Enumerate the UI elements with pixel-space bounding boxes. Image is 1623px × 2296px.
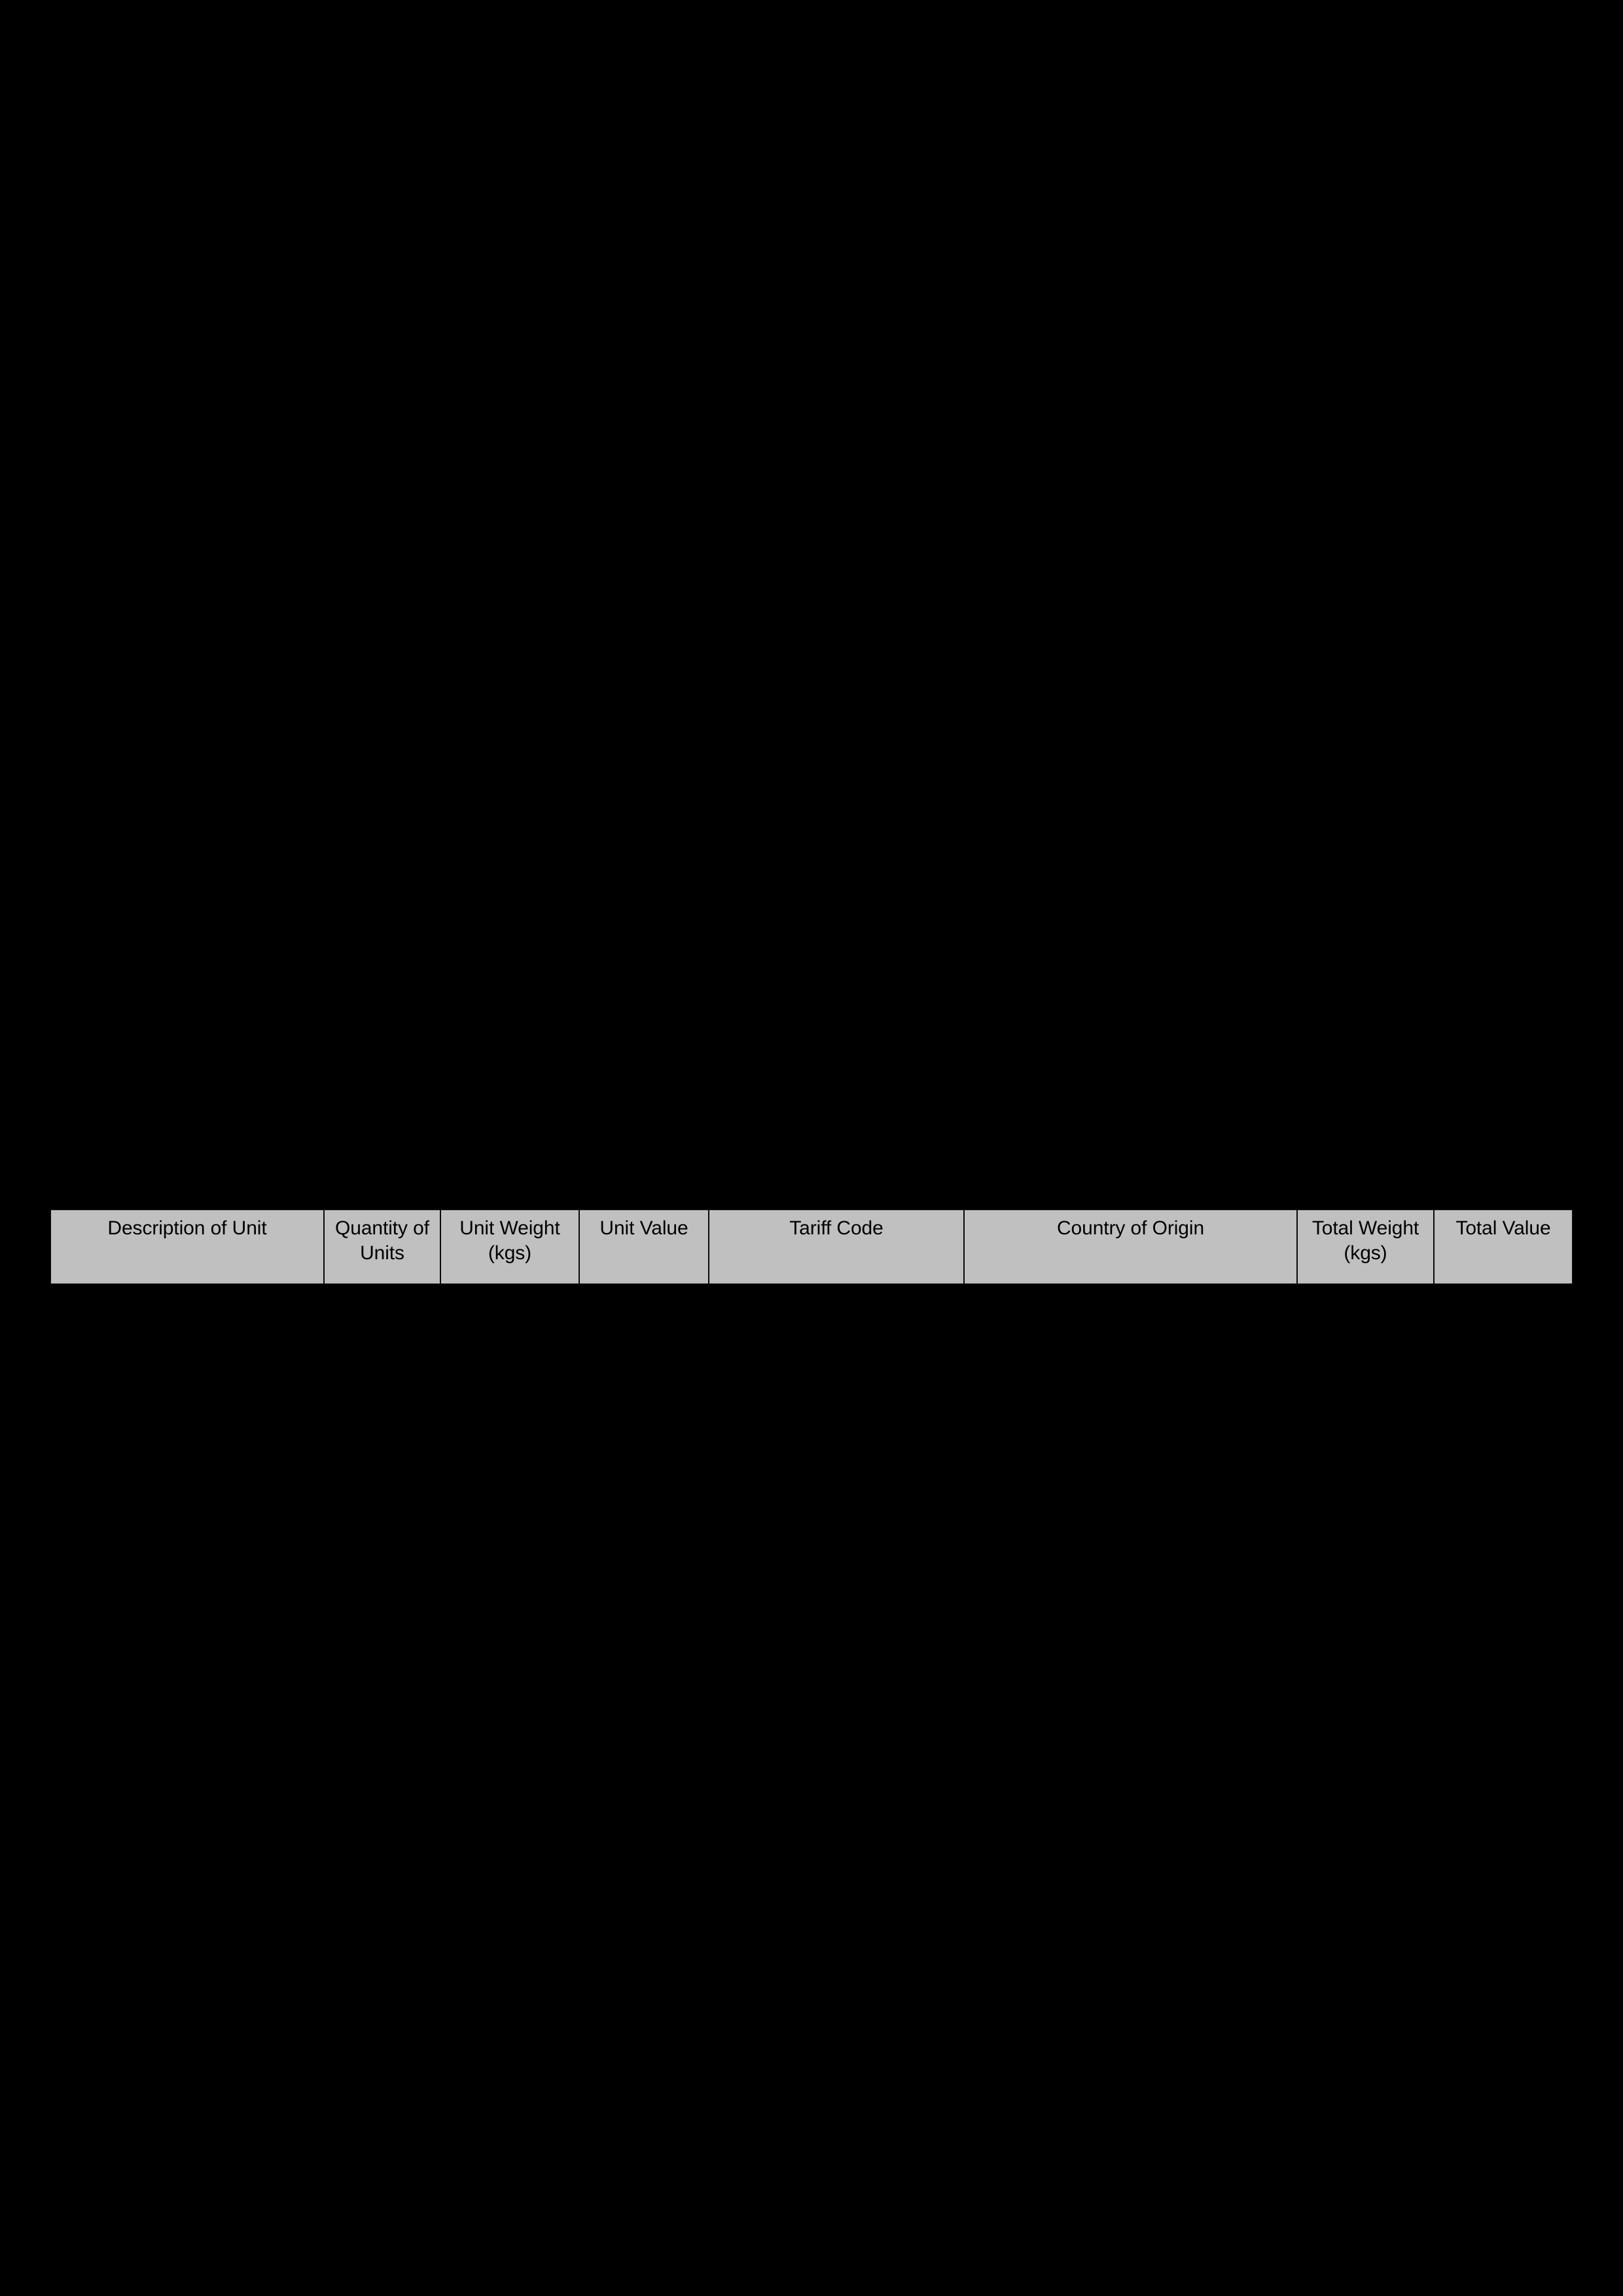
page-background bbox=[0, 0, 1623, 2296]
column-header-unit-weight: Unit Weight (kgs) bbox=[440, 1209, 580, 1285]
column-header-country-of-origin: Country of Origin bbox=[963, 1209, 1298, 1285]
units-table-header-row: Description of Unit Quantity of Units Un… bbox=[50, 1209, 1573, 1285]
units-table-container: Description of Unit Quantity of Units Un… bbox=[50, 1209, 1573, 1285]
column-header-tariff-code: Tariff Code bbox=[708, 1209, 965, 1285]
units-table: Description of Unit Quantity of Units Un… bbox=[50, 1209, 1573, 1285]
column-header-quantity-of-units: Quantity of Units bbox=[323, 1209, 441, 1285]
column-header-unit-value: Unit Value bbox=[579, 1209, 709, 1285]
column-header-total-weight: Total Weight (kgs) bbox=[1296, 1209, 1435, 1285]
column-header-total-value: Total Value bbox=[1433, 1209, 1573, 1285]
column-header-description-of-unit: Description of Unit bbox=[50, 1209, 325, 1285]
units-table-head: Description of Unit Quantity of Units Un… bbox=[50, 1209, 1573, 1285]
